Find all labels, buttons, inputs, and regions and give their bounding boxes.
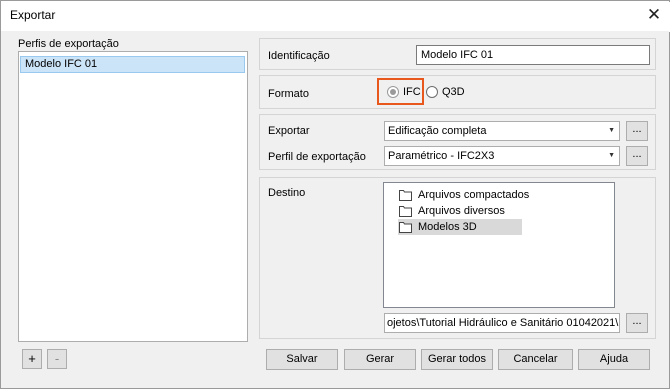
generate-button[interactable]: Gerar <box>344 349 416 370</box>
export-browse-button[interactable]: ... <box>626 121 648 141</box>
export-select-value: Edificação completa <box>388 125 487 137</box>
tree-folder-label: Modelos 3D <box>418 221 477 233</box>
tree-folder-label: Arquivos compactados <box>418 189 530 201</box>
q3d-radio[interactable] <box>426 86 438 98</box>
q3d-radio-label[interactable]: Q3D <box>442 86 465 98</box>
tree-folder-item[interactable]: Arquivos compactados <box>398 187 529 203</box>
profiles-list[interactable] <box>18 51 248 342</box>
close-icon[interactable]: ✕ <box>643 4 665 26</box>
destination-folder-tree[interactable]: Arquivos compactados Arquivos diversos M… <box>383 182 615 308</box>
profiles-group-label: Perfis de exportação <box>18 38 119 50</box>
help-button[interactable]: Ajuda <box>578 349 650 370</box>
ifc-radio-label[interactable]: IFC <box>403 86 421 98</box>
identification-label: Identificação <box>268 50 330 62</box>
ifc-radio[interactable] <box>387 86 399 98</box>
folder-icon <box>399 190 412 201</box>
tree-folder-item[interactable]: Arquivos diversos <box>398 203 522 219</box>
remove-profile-button[interactable]: - <box>47 349 67 369</box>
export-profile-label: Perfil de exportação <box>268 151 366 163</box>
export-label: Exportar <box>268 125 310 137</box>
folder-icon <box>399 222 412 233</box>
save-button[interactable]: Salvar <box>266 349 338 370</box>
destination-path-input[interactable]: ojetos\Tutorial Hidráulico e Sanitário 0… <box>384 313 620 333</box>
tree-folder-item-selected[interactable]: Modelos 3D <box>398 219 522 235</box>
chevron-down-icon: ▼ <box>608 152 615 159</box>
profile-list-item[interactable]: Modelo IFC 01 <box>20 56 245 73</box>
identification-input[interactable]: Modelo IFC 01 <box>416 45 650 65</box>
export-profile-select-value: Paramétrico - IFC2X3 <box>388 150 495 162</box>
export-select[interactable]: Edificação completa ▼ <box>384 121 620 141</box>
export-profile-select[interactable]: Paramétrico - IFC2X3 ▼ <box>384 146 620 166</box>
export-profile-browse-button[interactable]: ... <box>626 146 648 166</box>
add-profile-button[interactable]: + <box>22 349 42 369</box>
dialog-title: Exportar <box>10 8 56 22</box>
tree-folder-label: Arquivos diversos <box>418 205 505 217</box>
format-label: Formato <box>268 88 309 100</box>
title-bar <box>2 2 670 32</box>
destination-label: Destino <box>268 187 306 199</box>
generate-all-button[interactable]: Gerar todos <box>421 349 493 370</box>
folder-icon <box>399 206 412 217</box>
chevron-down-icon: ▼ <box>608 127 615 134</box>
destination-browse-button[interactable]: ... <box>626 313 648 333</box>
cancel-button[interactable]: Cancelar <box>498 349 573 370</box>
